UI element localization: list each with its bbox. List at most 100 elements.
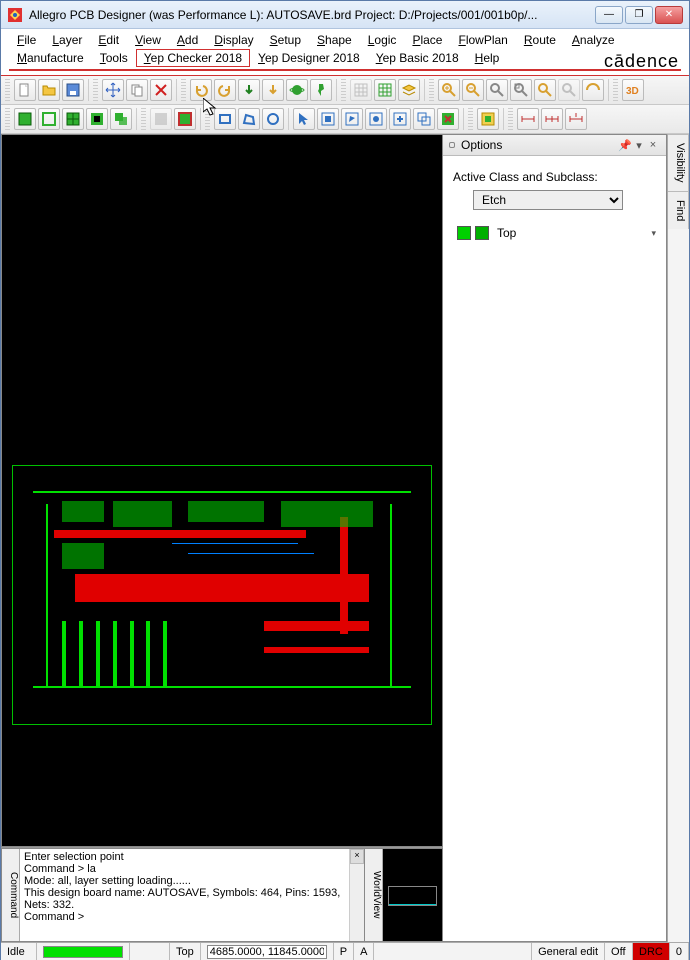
rect-icon[interactable]	[214, 108, 236, 130]
select-arrow-icon[interactable]	[293, 108, 315, 130]
void-circle-icon[interactable]	[365, 108, 387, 130]
menu-yep-basic-2018[interactable]: Yep Basic 2018	[368, 49, 467, 67]
options-grip-icon[interactable]	[449, 142, 455, 148]
toolbar-grip[interactable]	[141, 108, 146, 130]
class-select[interactable]: Etch	[473, 190, 623, 210]
menu-manufacture[interactable]: Manufacture	[9, 49, 92, 67]
pcb-grid-icon[interactable]	[374, 79, 396, 101]
void-element-icon[interactable]	[389, 108, 411, 130]
menu-analyze[interactable]: Analyze	[564, 31, 623, 49]
menu-flowplan[interactable]: FlowPlan	[450, 31, 515, 49]
command-log[interactable]: Enter selection pointCommand > laMode: a…	[20, 849, 364, 941]
menu-edit[interactable]: Edit	[90, 31, 127, 49]
menu-yep-checker-2018[interactable]: Yep Checker 2018	[136, 49, 250, 67]
dim-h-icon[interactable]	[517, 108, 539, 130]
shape-merge-icon[interactable]	[110, 108, 132, 130]
shape-outline-icon[interactable]	[38, 108, 60, 130]
menu-yep-designer-2018[interactable]: Yep Designer 2018	[250, 49, 368, 67]
worldview-canvas[interactable]	[383, 849, 442, 941]
menu-add[interactable]: Add	[169, 31, 206, 49]
toolbar-grip[interactable]	[181, 79, 186, 101]
minimize-button[interactable]: —	[595, 6, 623, 24]
shape-hatch-icon[interactable]	[62, 108, 84, 130]
layers-icon[interactable]	[398, 79, 420, 101]
island-delete-icon[interactable]	[477, 108, 499, 130]
zoom-out-icon[interactable]	[462, 79, 484, 101]
menu-view[interactable]: View	[127, 31, 169, 49]
toolbar-grip[interactable]	[468, 108, 473, 130]
menu-setup[interactable]: Setup	[262, 31, 309, 49]
toolbar-grip[interactable]	[341, 79, 346, 101]
toolbar-grip[interactable]	[508, 108, 513, 130]
zoom-in-icon[interactable]	[438, 79, 460, 101]
3d-view-icon[interactable]: 3D	[622, 79, 644, 101]
redo-icon[interactable]	[214, 79, 236, 101]
worldview-panel: WorldView	[365, 848, 443, 942]
menu-display[interactable]: Display	[206, 31, 261, 49]
shape-void-icon[interactable]	[86, 108, 108, 130]
side-tab-visibility[interactable]: Visibility	[668, 134, 689, 191]
scroll-up-icon[interactable]: ×	[350, 849, 364, 864]
window-title: Allegro PCB Designer (was Performance L)…	[29, 8, 595, 22]
app-icon	[7, 7, 23, 23]
status-a[interactable]: A	[354, 943, 374, 960]
status-p[interactable]: P	[334, 943, 354, 960]
open-folder-icon[interactable]	[38, 79, 60, 101]
layer-row[interactable]: Top ▾	[453, 224, 656, 242]
planet-icon[interactable]	[286, 79, 308, 101]
undo-icon[interactable]	[190, 79, 212, 101]
void-rect-icon[interactable]	[317, 108, 339, 130]
arrow-up-down-icon[interactable]	[262, 79, 284, 101]
command-tab[interactable]: Command	[2, 849, 20, 941]
status-drc[interactable]: DRC	[633, 943, 670, 960]
menu-place[interactable]: Place	[404, 31, 450, 49]
shape-edge-icon[interactable]	[174, 108, 196, 130]
design-canvas[interactable]	[1, 134, 443, 847]
menu-route[interactable]: Route	[516, 31, 564, 49]
menu-help[interactable]: Help	[467, 49, 508, 67]
circle-icon[interactable]	[262, 108, 284, 130]
dropdown-arrow-icon[interactable]: ▾	[632, 139, 646, 152]
void-poly-icon[interactable]	[341, 108, 363, 130]
save-icon[interactable]	[62, 79, 84, 101]
menu-shape[interactable]: Shape	[309, 31, 360, 49]
menu-layer[interactable]: Layer	[44, 31, 90, 49]
color-swatch[interactable]	[475, 226, 489, 240]
pin-icon[interactable]: 📌	[618, 139, 632, 152]
toolbar-grip[interactable]	[5, 108, 10, 130]
zoom-fit-icon[interactable]	[486, 79, 508, 101]
toolbar-shapes	[1, 105, 689, 134]
copy-shape-icon[interactable]	[413, 108, 435, 130]
side-tab-find[interactable]: Find	[668, 191, 689, 229]
visibility-swatch[interactable]	[457, 226, 471, 240]
toolbar-grip[interactable]	[613, 79, 618, 101]
command-scrollbar[interactable]: ×	[349, 849, 364, 941]
move-icon[interactable]	[102, 79, 124, 101]
close-button[interactable]: ✕	[655, 6, 683, 24]
arrow-down-icon[interactable]	[238, 79, 260, 101]
shape-prune-icon[interactable]	[437, 108, 459, 130]
zoom-selection-icon[interactable]	[582, 79, 604, 101]
toolbar-grip[interactable]	[93, 79, 98, 101]
maximize-button[interactable]: ❐	[625, 6, 653, 24]
toolbar-grip[interactable]	[5, 79, 10, 101]
poly-icon[interactable]	[238, 108, 260, 130]
coords-input[interactable]	[207, 945, 327, 959]
close-panel-icon[interactable]: ×	[646, 139, 660, 151]
zoom-prev-icon[interactable]	[534, 79, 556, 101]
zoom-window-icon[interactable]	[510, 79, 532, 101]
new-file-icon[interactable]	[14, 79, 36, 101]
toolbar-grip[interactable]	[205, 108, 210, 130]
dim-extend-icon[interactable]	[565, 108, 587, 130]
menu-logic[interactable]: Logic	[360, 31, 405, 49]
menu-file[interactable]: File	[9, 31, 44, 49]
layer-dropdown-icon[interactable]: ▾	[651, 228, 656, 239]
delete-icon[interactable]	[150, 79, 172, 101]
shape-fill-icon[interactable]	[14, 108, 36, 130]
copy-icon[interactable]	[126, 79, 148, 101]
pin-icon[interactable]	[310, 79, 332, 101]
worldview-tab[interactable]: WorldView	[365, 849, 383, 941]
menu-tools[interactable]: Tools	[92, 49, 136, 67]
toolbar-grip[interactable]	[429, 79, 434, 101]
dim-chain-icon[interactable]	[541, 108, 563, 130]
